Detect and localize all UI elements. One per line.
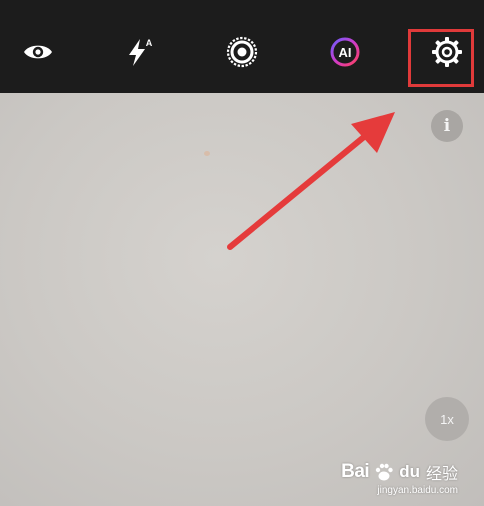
live-photo-button[interactable] — [220, 30, 264, 74]
baidu-jingyan-watermark: Bai du 经验 jingyan.baidu.com — [341, 460, 458, 496]
eye-button[interactable] — [16, 30, 60, 74]
flash-mode-label: A — [146, 38, 153, 48]
camera-screen: A AI i 1x Bai du 经验 jingyan.baidu.com — [0, 0, 484, 506]
ai-mode-button[interactable]: AI — [323, 30, 367, 74]
watermark-jingyan: 经验 — [425, 466, 458, 483]
zoom-label: 1x — [440, 411, 454, 427]
settings-highlight-box — [408, 29, 474, 87]
eye-icon — [24, 45, 52, 59]
info-button[interactable]: i — [431, 110, 463, 142]
info-label: i — [443, 116, 451, 136]
ai-label: AI — [339, 45, 352, 60]
ai-icon: AI — [330, 37, 360, 67]
viewfinder-speck — [204, 151, 210, 156]
live-photo-icon — [226, 36, 258, 68]
watermark-du: du — [399, 462, 420, 481]
paw-icon — [376, 463, 393, 481]
watermark-bai: Bai — [341, 461, 370, 482]
flash-auto-button[interactable]: A — [116, 30, 160, 74]
watermark-url: jingyan.baidu.com — [377, 485, 458, 496]
zoom-button[interactable]: 1x — [425, 397, 469, 441]
flash-auto-icon: A — [129, 38, 153, 66]
camera-toolbar: A AI — [0, 0, 484, 93]
camera-viewfinder[interactable] — [0, 93, 484, 506]
